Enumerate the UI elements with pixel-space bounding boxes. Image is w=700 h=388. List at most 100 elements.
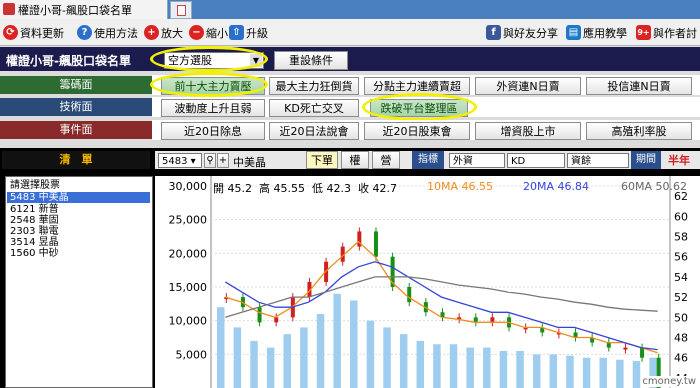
list-item[interactable]: 1560 中砂 [10, 248, 59, 259]
search-icon[interactable]: ⚲ [204, 153, 216, 168]
volume-bar [233, 327, 242, 388]
left-tick-label: 15,000 [169, 281, 208, 294]
tab-revenue[interactable]: 營 [372, 151, 400, 169]
chip-button-2[interactable]: 最大主力狂倒貨 [269, 77, 359, 95]
zoom-in-icon: + [144, 25, 159, 40]
chip-button-5[interactable]: 投信連N日賣 [586, 77, 692, 95]
zoom-in-button[interactable]: + 放大 [144, 24, 183, 41]
data-value: 資餘 [571, 156, 591, 167]
highlight-oval [362, 93, 477, 121]
stock-name: 中美晶 [233, 156, 266, 169]
help-icon: ? [77, 25, 92, 40]
volume-bar [316, 313, 325, 388]
candle-body [640, 347, 645, 358]
right-tick-label: 56 [674, 251, 688, 264]
new-tab-button[interactable] [170, 1, 192, 19]
volume-bar [632, 361, 641, 388]
event-button-4[interactable]: 增資股上市 [475, 122, 581, 140]
stock-code-value: 5483 [162, 156, 188, 167]
volume-bar [283, 334, 292, 388]
refresh-button[interactable]: ⟳ 資料更新 [3, 24, 64, 41]
volume-bar [383, 327, 391, 388]
stock-code-input[interactable]: 5483 ▾ [158, 153, 202, 168]
refresh-icon: ⟳ [3, 25, 18, 40]
chip-button-4[interactable]: 外資連N日賣 [475, 77, 581, 95]
list-item[interactable]: 2548 華固 [10, 215, 59, 226]
list-item[interactable]: 3514 昱晶 [10, 237, 59, 248]
left-tick-label: 25,000 [169, 214, 208, 227]
volume-bar [350, 300, 358, 388]
kd-value: KD [511, 156, 526, 167]
indicator-select[interactable]: 外資 [449, 153, 505, 168]
event-button-2[interactable]: 近20日法說會 [269, 122, 359, 140]
stock-list[interactable]: 請選擇股票 5483 中美晶 6121 新普 2548 華固 2303 聯電 3… [5, 176, 153, 388]
left-tick-label: 20,000 [169, 247, 208, 260]
left-tick-label: 5,000 [176, 348, 208, 361]
share-button[interactable]: f 與好友分享 [486, 24, 558, 41]
tab-title: 權證小哥-飆股口袋名單 [18, 4, 132, 17]
left-tick-label: 10,000 [169, 315, 208, 328]
highlight-oval [150, 72, 268, 97]
data-select[interactable]: 資餘 [567, 153, 629, 168]
zoom-out-button[interactable]: − 縮小 [189, 24, 228, 41]
list-item[interactable]: 請選擇股票 [10, 180, 60, 191]
right-tick-label: 58 [674, 231, 688, 244]
notification-badge-icon: 9+ [636, 25, 651, 40]
chart-svg: 30,00025,00020,00015,00010,0005,00062605… [169, 176, 688, 388]
list-item-selected[interactable]: 5483 中美晶 [7, 192, 150, 203]
stock-chart[interactable]: 30,000 25,000 20,000 15,000 10,000 5,000 62 60 5… [155, 176, 700, 388]
volume-bar [217, 307, 225, 388]
zoom-out-label: 縮小 [206, 26, 228, 40]
reset-button[interactable]: 重設條件 [274, 51, 348, 70]
right-tick-label: 46 [674, 352, 688, 365]
candle-body [257, 307, 262, 323]
volume-bar [532, 354, 541, 388]
plus-icon[interactable]: + [217, 153, 229, 168]
upgrade-button[interactable]: ⇧ 升級 [229, 24, 268, 41]
volume-bar [483, 347, 491, 388]
volume-bar [566, 355, 574, 388]
volume-bar [599, 357, 607, 388]
ma20-legend: 20MA 46.84 [523, 180, 590, 193]
volume-bar [366, 320, 375, 388]
volume-bar [433, 344, 441, 388]
event-button-5[interactable]: 高殖利率股 [586, 122, 692, 140]
book-icon: ▤ [566, 25, 581, 40]
kd-select[interactable]: KD [507, 153, 565, 168]
list-item[interactable]: 6121 新普 [10, 204, 59, 215]
chat-button[interactable]: 9+ 與作者討 [636, 24, 697, 41]
volume-bar [549, 354, 558, 388]
range-value[interactable]: 半年 [668, 152, 690, 168]
category-chips: 籌碼面 [0, 76, 152, 94]
right-tick-label: 50 [674, 311, 688, 324]
volume-bar [582, 357, 591, 388]
left-tick-label: 30,000 [169, 180, 208, 193]
highlight-oval [150, 46, 268, 72]
candle-body [274, 317, 279, 323]
category-event: 事件面 [0, 121, 152, 139]
indicator-label: 指標 [412, 151, 444, 169]
share-label: 與好友分享 [503, 26, 558, 40]
candle-body [407, 287, 412, 303]
event-button-3[interactable]: 近20日股東會 [364, 122, 470, 140]
help-button[interactable]: ? 使用方法 [77, 24, 138, 41]
event-button-1[interactable]: 近20日除息 [161, 122, 265, 140]
upgrade-label: 升級 [246, 26, 268, 40]
new-tab-icon [177, 5, 186, 16]
price-info: 開 45.2 高 45.55 低 42.3 收 42.7 [213, 182, 397, 195]
page-title: 權證小哥-飆股口袋名單 [6, 54, 131, 68]
tech-button-2[interactable]: KD死亡交叉 [269, 99, 359, 117]
list-item[interactable]: 2303 聯電 [10, 226, 59, 237]
teach-button[interactable]: ▤ 應用教學 [566, 24, 627, 41]
volume-bar [466, 347, 474, 388]
candle-body [490, 317, 495, 323]
right-tick-label: 48 [674, 332, 688, 345]
tech-button-1[interactable]: 波動度上升且弱 [161, 99, 265, 117]
candle-body [606, 342, 611, 348]
tab-main[interactable]: 權證小哥-飆股口袋名單 [0, 0, 168, 19]
right-tick-label: 52 [674, 291, 688, 304]
tab-order[interactable]: 下單 [306, 151, 338, 169]
upgrade-arrow-icon: ⇧ [229, 25, 244, 40]
facebook-icon: f [486, 25, 501, 40]
tab-warrant[interactable]: 權 [341, 151, 369, 169]
